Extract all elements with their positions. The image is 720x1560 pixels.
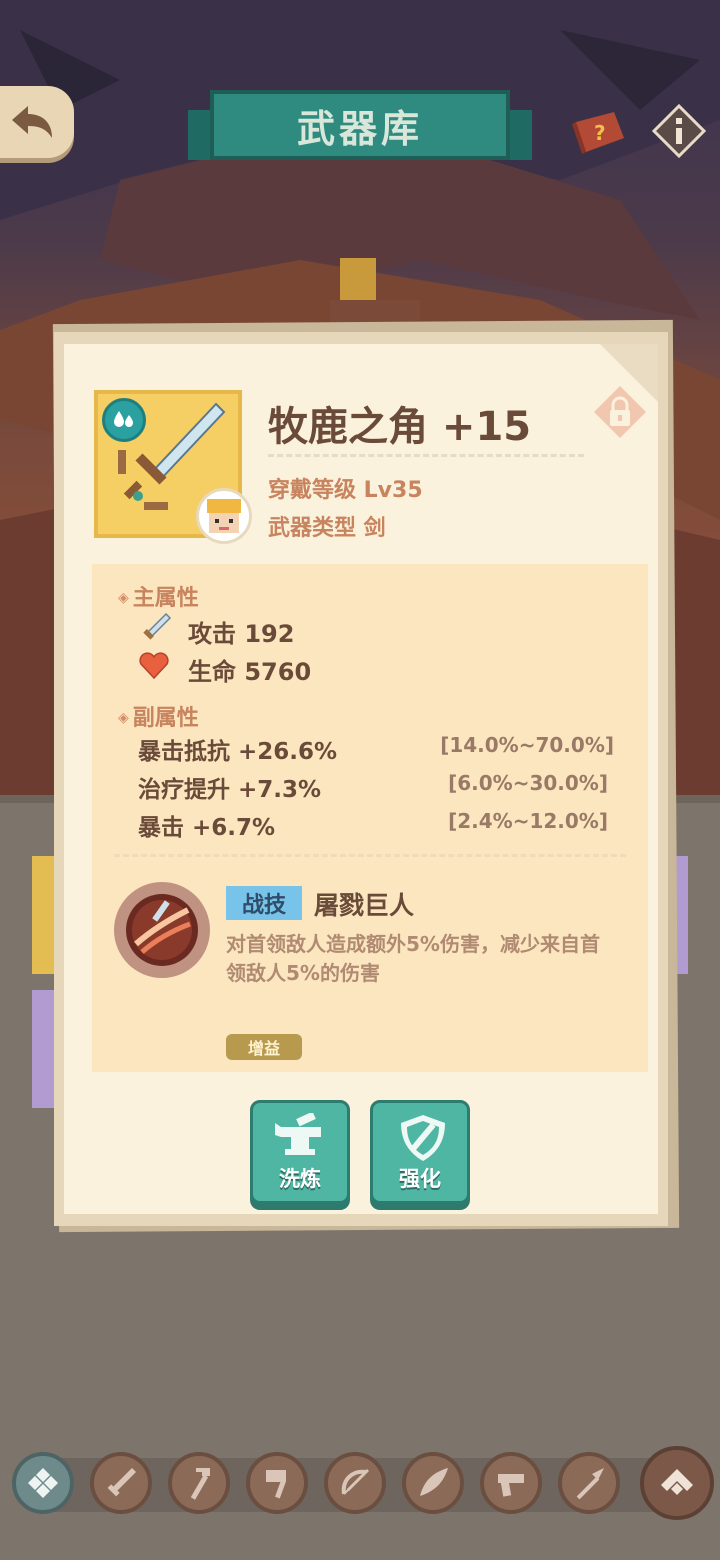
skill-icon[interactable] [114, 882, 210, 978]
sword-icon [143, 612, 172, 640]
title-plate: 武器库 [210, 90, 510, 160]
diamond-bullet-icon: ◈ [118, 710, 129, 726]
weapon-type: 武器类型 剑 [268, 516, 386, 541]
help-book-button[interactable]: ? [570, 108, 628, 156]
bow-icon [341, 1468, 370, 1495]
reforge-label: 洗炼 [279, 1167, 321, 1191]
sub-stat-heal-boost-range: [6.0%~30.0%] [448, 771, 608, 795]
hammer-icon [266, 1470, 286, 1499]
gun-icon [498, 1474, 524, 1497]
water-drop-icon [114, 411, 133, 427]
diamond-bullet-icon: ◈ [118, 590, 129, 606]
sub-stat-crit-range: [2.4%~12.0%] [448, 809, 608, 833]
nav-spear[interactable] [558, 1452, 620, 1514]
info-icon [651, 103, 707, 159]
nav-sword[interactable] [90, 1452, 152, 1514]
stats-panel: ◈ 主属性 攻击 192 生命 5760 ◈ 副属性 暴击抵抗 +26.6% [14… [92, 564, 648, 1072]
skill-divider [114, 854, 626, 857]
buff-tag: 增益 [226, 1034, 302, 1060]
slash-skill-icon [126, 894, 198, 966]
shield-sword-icon [401, 1115, 445, 1161]
heart-icon [139, 652, 169, 680]
back-arrow-icon [12, 106, 52, 138]
lock-icon [594, 386, 646, 438]
sub-attr-title-text: 副属性 [132, 706, 199, 731]
nav-staff[interactable] [168, 1452, 230, 1514]
nav-bow[interactable] [324, 1452, 386, 1514]
skill-description: 对首领敌人造成额外5%伤害，减少来自首领敌人5%的伤害 [226, 932, 600, 985]
page-title: 武器库 [296, 106, 423, 151]
title-banner: 武器库 [188, 90, 532, 170]
help-book-icon: ? [572, 112, 624, 154]
name-divider [268, 454, 584, 457]
hero-avatar [196, 488, 252, 544]
nav-hammer[interactable] [246, 1452, 308, 1514]
all-icon [28, 1468, 58, 1498]
left-peek-card-2 [32, 990, 56, 1108]
staff-icon [190, 1468, 210, 1500]
sub-stat-crit-resist: 暴击抵抗 +26.6% [138, 739, 338, 765]
spear-icon [576, 1468, 604, 1500]
collapse-up-icon [661, 1469, 693, 1495]
back-button[interactable] [0, 86, 74, 158]
wing-icon [420, 1468, 448, 1496]
card-body: 牧鹿之角 +15 穿戴等级 Lv35 武器类型 剑 ◈ 主属性 攻击 192 生… [64, 344, 658, 1214]
nav-wing[interactable] [402, 1452, 464, 1514]
hero-face-icon [207, 499, 241, 533]
info-button[interactable] [651, 103, 707, 159]
nav-collapse[interactable] [640, 1446, 714, 1520]
sub-stat-crit: 暴击 +6.7% [138, 815, 276, 841]
main-attr-title: ◈ 主属性 [118, 580, 199, 612]
left-peek-card [32, 856, 56, 974]
main-stat-hp: 生命 5760 [188, 658, 312, 686]
weapon-detail-card: 牧鹿之角 +15 穿戴等级 Lv35 武器类型 剑 ◈ 主属性 攻击 192 生… [54, 332, 668, 1226]
main-attr-title-text: 主属性 [132, 586, 199, 611]
skill-name: 屠戮巨人 [314, 891, 415, 920]
nav-gun[interactable] [480, 1452, 542, 1514]
skill-type-tag: 战技 [226, 886, 302, 920]
main-stat-attack: 攻击 192 [188, 620, 295, 648]
element-badge [102, 398, 146, 442]
sub-stat-heal-boost: 治疗提升 +7.3% [138, 777, 322, 803]
enhance-label: 强化 [399, 1167, 441, 1191]
sub-attr-title: ◈ 副属性 [118, 700, 199, 732]
sub-stat-crit-resist-range: [14.0%~70.0%] [440, 733, 614, 757]
nav-all[interactable] [12, 1452, 74, 1514]
wear-level: 穿戴等级 Lv35 [268, 478, 423, 503]
sword-icon [107, 1468, 136, 1497]
reforge-button[interactable]: 洗炼 [250, 1100, 350, 1204]
enhance-button[interactable]: 强化 [370, 1100, 470, 1204]
anvil-icon [275, 1113, 321, 1155]
weapon-name: 牧鹿之角 +15 [268, 404, 532, 450]
weapon-portrait[interactable] [94, 390, 252, 544]
lock-button[interactable] [592, 384, 648, 440]
svg-text:?: ? [594, 121, 606, 145]
